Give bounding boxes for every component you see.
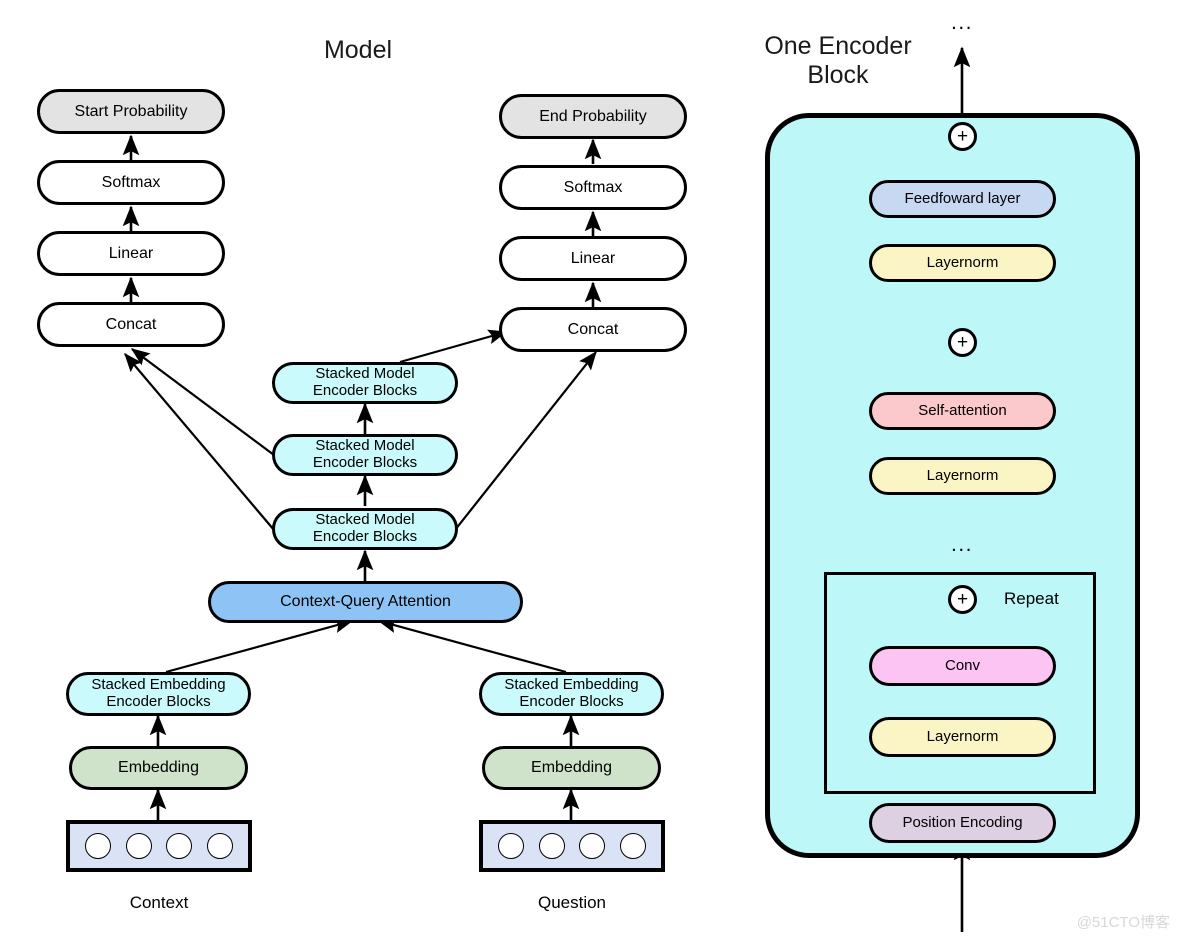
end-linear-node[interactable]: Linear xyxy=(499,236,687,281)
diagram-canvas: Model One Encoder Block Start Probabilit… xyxy=(0,0,1184,940)
context-token-4 xyxy=(207,833,234,859)
end-concat-node[interactable]: Concat xyxy=(499,307,687,352)
start-softmax-label: Softmax xyxy=(101,173,161,191)
question-stacked-embedding-encoder-blocks[interactable]: Stacked Embedding Encoder Blocks xyxy=(479,672,664,716)
start-probability-label: Start Probability xyxy=(74,102,188,120)
context-stacked-embedding-encoder-blocks[interactable]: Stacked Embedding Encoder Blocks xyxy=(66,672,251,716)
context-embedding-label: Embedding xyxy=(118,759,199,777)
plus-symbol-mid: + xyxy=(956,331,969,353)
start-probability-node[interactable]: Start Probability xyxy=(37,89,225,134)
layernorm-mid-label: Layernorm xyxy=(926,466,999,484)
stacked-model-encoder-blocks-bottom[interactable]: Stacked Model Encoder Blocks xyxy=(272,508,458,550)
page-title-model: Model xyxy=(323,36,393,64)
end-softmax-label: Softmax xyxy=(563,178,623,196)
feedforward-layer-label: Feedfoward layer xyxy=(904,189,1021,207)
conv-node[interactable]: Conv xyxy=(869,646,1056,686)
context-token-row[interactable] xyxy=(66,820,252,872)
plus-symbol-repeat: + xyxy=(956,588,969,610)
smeb-bottom-line1: Stacked Model xyxy=(315,511,415,529)
context-token-3 xyxy=(166,833,193,859)
encoder-title-line1: One Encoder xyxy=(764,32,912,60)
repeat-label: Repeat xyxy=(1004,589,1059,608)
end-probability-node[interactable]: End Probability xyxy=(499,94,687,139)
question-embedding-node[interactable]: Embedding xyxy=(482,746,661,790)
question-token-4 xyxy=(620,833,647,859)
stacked-model-encoder-blocks-mid[interactable]: Stacked Model Encoder Blocks xyxy=(272,434,458,476)
residual-add-mid: + xyxy=(948,328,977,357)
context-token-2 xyxy=(125,833,152,859)
context-caption: Context xyxy=(129,893,189,912)
end-probability-label: End Probability xyxy=(539,107,647,125)
smeb-top-line1: Stacked Model xyxy=(315,365,415,383)
self-attention-node[interactable]: Self-attention xyxy=(869,392,1056,430)
conv-label: Conv xyxy=(944,656,981,674)
position-encoding-label: Position Encoding xyxy=(902,813,1023,831)
start-concat-node[interactable]: Concat xyxy=(37,302,225,347)
context-query-attention-node[interactable]: Context-Query Attention xyxy=(208,581,523,623)
smeb-mid-line2: Encoder Blocks xyxy=(312,454,418,471)
ctx-seb-line1: Stacked Embedding xyxy=(91,676,226,694)
self-attention-label: Self-attention xyxy=(918,401,1007,419)
feedforward-layer-node[interactable]: Feedfoward layer xyxy=(869,180,1056,218)
ctx-seb-line2: Encoder Blocks xyxy=(106,693,211,710)
smeb-mid-line1: Stacked Model xyxy=(315,437,415,455)
start-linear-node[interactable]: Linear xyxy=(37,231,225,276)
question-token-row[interactable] xyxy=(479,820,665,872)
stacked-model-encoder-blocks-top[interactable]: Stacked Model Encoder Blocks xyxy=(272,362,458,404)
context-query-attention-label: Context-Query Attention xyxy=(280,593,451,611)
layernorm-bottom-label: Layernorm xyxy=(926,727,999,745)
layernorm-top-node[interactable]: Layernorm xyxy=(869,244,1056,282)
encoder-middle-ellipsis: ... xyxy=(950,533,973,556)
position-encoding-node[interactable]: Position Encoding xyxy=(869,803,1056,843)
watermark: @51CTO博客 xyxy=(1076,914,1170,931)
end-concat-label: Concat xyxy=(567,320,619,338)
page-title-encoder-block: One Encoder Block xyxy=(743,32,933,90)
context-embedding-node[interactable]: Embedding xyxy=(69,746,248,790)
start-linear-label: Linear xyxy=(108,244,154,262)
question-token-1 xyxy=(497,833,524,859)
residual-add-repeat: + xyxy=(948,585,977,614)
layernorm-bottom-node[interactable]: Layernorm xyxy=(869,717,1056,757)
qst-seb-line1: Stacked Embedding xyxy=(504,676,639,694)
encoder-output-ellipsis: ... xyxy=(950,11,973,34)
context-token-1 xyxy=(84,833,111,859)
smeb-bottom-line2: Encoder Blocks xyxy=(312,528,418,545)
start-concat-label: Concat xyxy=(105,315,157,333)
residual-add-top: + xyxy=(948,122,977,151)
question-token-3 xyxy=(579,833,606,859)
layernorm-mid-node[interactable]: Layernorm xyxy=(869,457,1056,495)
start-softmax-node[interactable]: Softmax xyxy=(37,160,225,205)
plus-symbol-top: + xyxy=(956,125,969,147)
question-token-2 xyxy=(538,833,565,859)
question-embedding-label: Embedding xyxy=(531,759,612,777)
qst-seb-line2: Encoder Blocks xyxy=(519,693,624,710)
smeb-top-line2: Encoder Blocks xyxy=(312,382,418,399)
end-softmax-node[interactable]: Softmax xyxy=(499,165,687,210)
encoder-title-line2: Block xyxy=(807,61,869,89)
question-caption: Question xyxy=(537,893,607,912)
layernorm-top-label: Layernorm xyxy=(926,253,999,271)
end-linear-label: Linear xyxy=(570,249,616,267)
